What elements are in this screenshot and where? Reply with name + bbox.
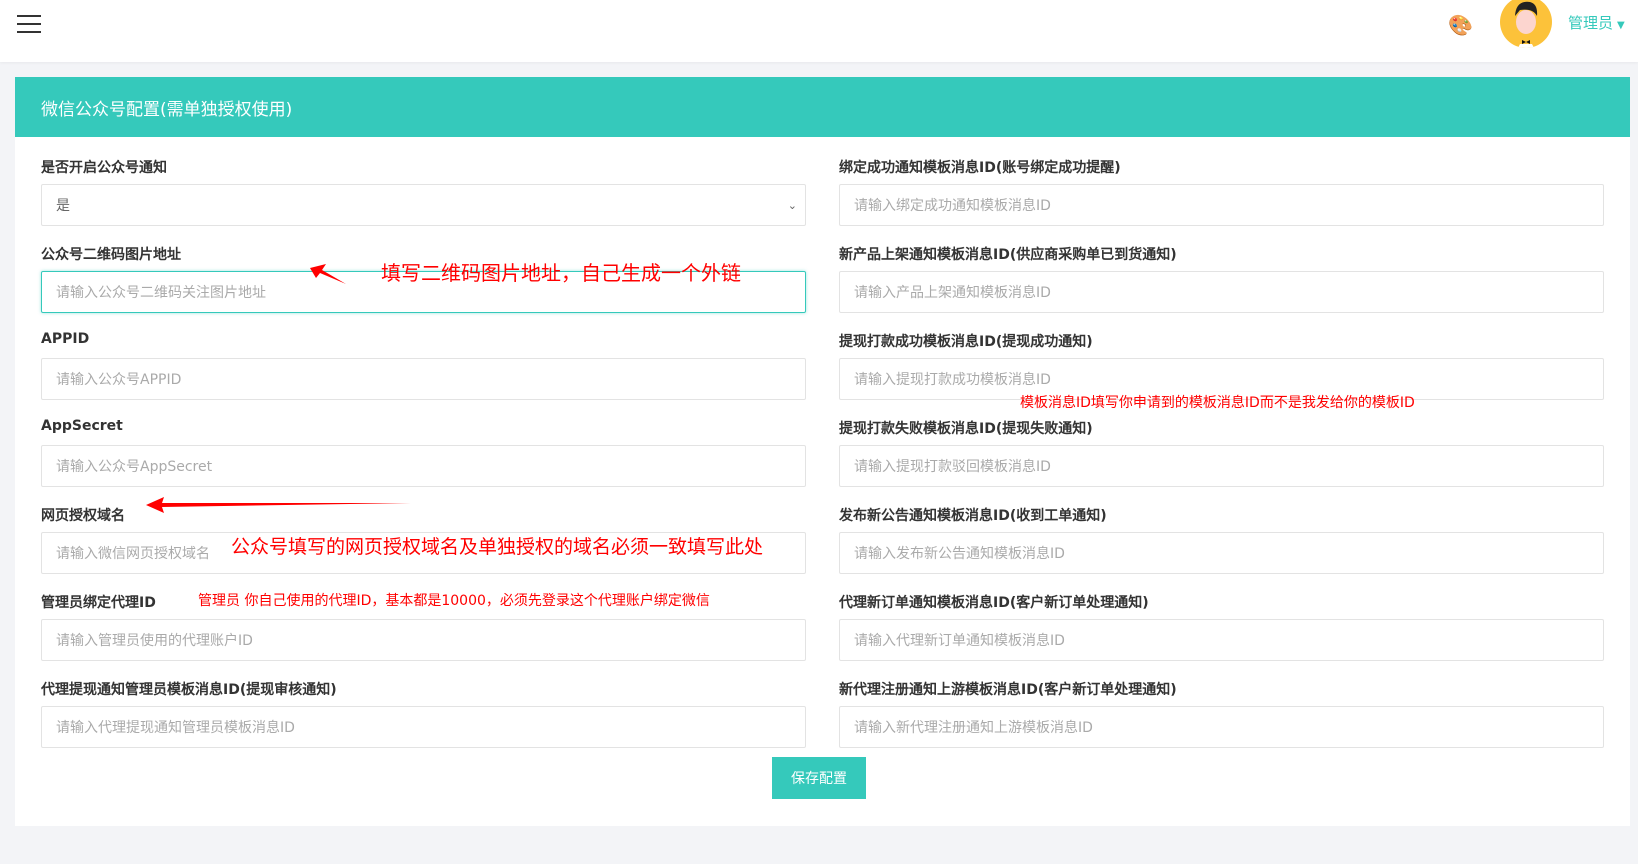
caret-down-icon: ▼	[1617, 20, 1625, 31]
input-placeholder: 请输入公众号AppSecret	[56, 459, 213, 475]
text-input[interactable]: 请输入公众号AppSecret	[41, 445, 806, 487]
input-placeholder: 请输入发布新公告通知模板消息ID	[854, 546, 1065, 562]
annotation-template: 模板消息ID填写你申请到的模板消息ID而不是我发给你的模板ID	[1020, 395, 1415, 411]
input-placeholder: 请输入微信网页授权域名	[56, 546, 210, 562]
input-placeholder: 请输入新代理注册通知上游模板消息ID	[854, 720, 1093, 736]
field-label: 绑定成功通知模板消息ID(账号绑定成功提醒)	[839, 160, 1121, 176]
form-field: 提现打款失败模板消息ID(提现失败通知) 请输入提现打款驳回模板消息ID	[839, 418, 1604, 487]
form-field: 新产品上架通知模板消息ID(供应商采购单已到货通知) 请输入产品上架通知模板消息I…	[839, 244, 1604, 313]
input-placeholder: 请输入绑定成功通知模板消息ID	[854, 198, 1051, 214]
field-label: 发布新公告通知模板消息ID(收到工单通知)	[839, 508, 1107, 524]
input-placeholder: 请输入代理新订单通知模板消息ID	[854, 633, 1065, 649]
avatar[interactable]	[1500, 0, 1552, 48]
top-bar: 🎨 管理员 ▼	[0, 0, 1638, 62]
text-input[interactable]: 请输入公众号APPID	[41, 358, 806, 400]
input-placeholder: 请输入公众号APPID	[56, 372, 182, 388]
input-placeholder: 请输入提现打款成功模板消息ID	[854, 372, 1051, 388]
input-placeholder: 请输入提现打款驳回模板消息ID	[854, 459, 1051, 475]
text-input[interactable]: 请输入代理提现通知管理员模板消息ID	[41, 706, 806, 748]
chevron-down-icon: ⌄	[787, 198, 797, 212]
field-label: 代理提现通知管理员模板消息ID(提现审核通知)	[41, 682, 337, 698]
hamburger-icon[interactable]	[17, 15, 41, 33]
field-label: 提现打款失败模板消息ID(提现失败通知)	[839, 421, 1093, 437]
annotation-domain: 公众号填写的网页授权域名及单独授权的域名必须一致填写此处	[231, 536, 764, 558]
annotation-admin: 管理员 你自己使用的代理ID，基本都是10000，必须先登录这个代理账户绑定微信	[198, 593, 710, 609]
text-input[interactable]: 请输入代理新订单通知模板消息ID	[839, 619, 1604, 661]
arrow-icon	[310, 264, 346, 284]
input-placeholder: 请输入代理提现通知管理员模板消息ID	[56, 720, 295, 736]
config-card: 微信公众号配置(需单独授权使用) 是否开启公众号通知是 ⌄ 公众号二维码图片地址 请输…	[15, 77, 1630, 826]
select-value: 是	[56, 198, 70, 214]
field-label: 是否开启公众号通知	[41, 160, 167, 176]
form-field: 提现打款成功模板消息ID(提现成功通知) 请输入提现打款成功模板消息ID	[839, 331, 1604, 400]
notify-select[interactable]: 是 ⌄	[41, 184, 806, 226]
text-input[interactable]: 请输入新代理注册通知上游模板消息ID	[839, 706, 1604, 748]
input-placeholder: 请输入产品上架通知模板消息ID	[854, 285, 1051, 301]
text-input[interactable]: 请输入绑定成功通知模板消息ID	[839, 184, 1604, 226]
save-config-button[interactable]: 保存配置	[772, 757, 866, 799]
field-label: 代理新订单通知模板消息ID(客户新订单处理通知)	[839, 595, 1149, 611]
text-input[interactable]: 请输入产品上架通知模板消息ID	[839, 271, 1604, 313]
input-placeholder: 请输入公众号二维码关注图片地址	[56, 285, 266, 301]
input-placeholder: 请输入管理员使用的代理账户ID	[56, 633, 253, 649]
form-field: AppSecret 请输入公众号AppSecret	[41, 418, 806, 487]
form-field: APPID 请输入公众号APPID	[41, 331, 806, 400]
user-menu[interactable]: 管理员 ▼	[1568, 12, 1625, 33]
card-title: 微信公众号配置(需单独授权使用)	[15, 77, 1630, 137]
palette-icon[interactable]: 🎨	[1448, 13, 1473, 37]
form-field: 代理提现通知管理员模板消息ID(提现审核通知) 请输入代理提现通知管理员模板消息I…	[41, 679, 806, 748]
form-field: 绑定成功通知模板消息ID(账号绑定成功提醒) 请输入绑定成功通知模板消息ID	[839, 157, 1604, 226]
form-field: 是否开启公众号通知是 ⌄	[41, 157, 806, 226]
annotation-qr: 填写二维码图片地址，自己生成一个外链	[381, 261, 741, 285]
text-input[interactable]: 请输入提现打款驳回模板消息ID	[839, 445, 1604, 487]
field-label: AppSecret	[41, 418, 123, 434]
form-field: 发布新公告通知模板消息ID(收到工单通知) 请输入发布新公告通知模板消息ID	[839, 505, 1604, 574]
text-input[interactable]: 请输入发布新公告通知模板消息ID	[839, 532, 1604, 574]
form-field: 新代理注册通知上游模板消息ID(客户新订单处理通知) 请输入新代理注册通知上游模板…	[839, 679, 1604, 748]
field-label: 新产品上架通知模板消息ID(供应商采购单已到货通知)	[839, 247, 1177, 263]
field-label: APPID	[41, 331, 90, 347]
user-name: 管理员	[1568, 14, 1614, 32]
form-field: 代理新订单通知模板消息ID(客户新订单处理通知) 请输入代理新订单通知模板消息ID	[839, 592, 1604, 661]
text-input[interactable]: 请输入管理员使用的代理账户ID	[41, 619, 806, 661]
field-label: 新代理注册通知上游模板消息ID(客户新订单处理通知)	[839, 682, 1177, 698]
arrow-icon	[146, 497, 411, 513]
field-label: 提现打款成功模板消息ID(提现成功通知)	[839, 334, 1093, 350]
